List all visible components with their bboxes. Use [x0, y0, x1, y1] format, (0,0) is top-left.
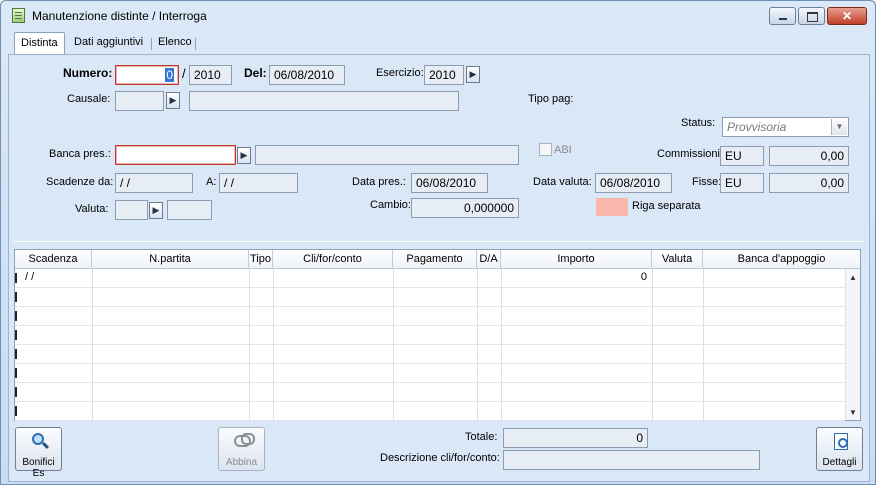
chevron-down-icon[interactable]: ▼: [831, 119, 847, 135]
numero-separator: /: [182, 66, 186, 81]
row-indicators: [15, 269, 17, 420]
scroll-up-icon[interactable]: ▲: [846, 273, 860, 282]
table-row[interactable]: [15, 326, 845, 345]
scadenze-grid[interactable]: Scadenza N.partita Tipo Cli/for/conto Pa…: [14, 249, 861, 421]
commissioni-label: Commissioni:: [657, 148, 724, 160]
tipo-pag-label: Tipo pag:: [528, 93, 574, 105]
form-icon: [12, 8, 25, 23]
cell-importo[interactable]: 0: [501, 271, 647, 283]
col-header-importo[interactable]: Importo: [501, 250, 652, 269]
data-pres-field[interactable]: 06/08/2010: [411, 173, 488, 193]
scadenze-da-field[interactable]: / /: [115, 173, 193, 193]
causale-label: Causale:: [67, 93, 111, 105]
riga-separata-label: Riga separata: [632, 200, 701, 212]
maximize-button[interactable]: [798, 7, 825, 25]
table-row[interactable]: [15, 307, 845, 326]
col-header-pagamento[interactable]: Pagamento: [393, 250, 477, 269]
fisse-value-field: 0,00: [769, 173, 849, 193]
title-bar: Manutenzione distinte / Interroga: [1, 1, 875, 29]
col-header-banca-appoggio[interactable]: Banca d'appoggio: [703, 250, 860, 269]
valuta-zoom-button[interactable]: ▶: [149, 202, 163, 219]
table-row[interactable]: [15, 345, 845, 364]
commissioni-currency-field: EU: [720, 146, 764, 166]
col-header-valuta[interactable]: Valuta: [652, 250, 703, 269]
valuta-label: Valuta:: [75, 203, 109, 215]
commissioni-value-field: 0,00: [769, 146, 849, 166]
numero-year-field[interactable]: 2010: [189, 65, 232, 85]
banca-pres-label: Banca pres.:: [49, 148, 111, 160]
numero-label: Numero:: [63, 66, 113, 80]
table-row[interactable]: [15, 383, 845, 402]
fisse-currency-field: EU: [720, 173, 764, 193]
valuta-description-field: [167, 200, 212, 220]
banca-pres-input[interactable]: [115, 145, 236, 165]
magnifier-icon: [31, 433, 50, 450]
tab-dati-aggiuntivi[interactable]: Dati aggiuntivi: [68, 32, 149, 54]
esercizio-label: Esercizio:: [376, 67, 424, 79]
cell-scadenza[interactable]: / /: [25, 271, 34, 283]
descrizione-field: [503, 450, 760, 470]
abbina-button[interactable]: Abbina: [218, 427, 265, 471]
dettagli-button[interactable]: Dettagli: [816, 427, 863, 471]
section-divider: [14, 241, 864, 242]
data-pres-label: Data pres.:: [352, 176, 406, 188]
numero-input[interactable]: 0: [115, 65, 179, 85]
col-header-tipo[interactable]: Tipo: [249, 250, 273, 269]
causale-zoom-button[interactable]: ▶: [166, 92, 180, 109]
distinta-panel: Numero: 0 / 2010 Del: 06/08/2010 Eserciz…: [8, 54, 870, 482]
grid-header: Scadenza N.partita Tipo Cli/for/conto Pa…: [15, 250, 860, 269]
descrizione-label: Descrizione cli/for/conto:: [380, 452, 500, 464]
scadenze-da-label: Scadenze da:: [46, 176, 114, 188]
scroll-down-icon[interactable]: ▼: [846, 408, 860, 417]
col-header-npartita[interactable]: N.partita: [92, 250, 249, 269]
scadenze-a-field[interactable]: / /: [219, 173, 298, 193]
grid-vertical-scrollbar[interactable]: ▲ ▼: [845, 269, 860, 420]
del-label: Del:: [244, 66, 267, 80]
data-valuta-field[interactable]: 06/08/2010: [595, 173, 672, 193]
abi-label: ABI: [554, 144, 572, 156]
col-header-scadenza[interactable]: Scadenza: [15, 250, 92, 269]
status-combo-value: Provvisoria: [727, 120, 787, 134]
esercizio-zoom-button[interactable]: ▶: [466, 66, 480, 83]
document-search-icon: [832, 433, 849, 450]
bonifici-es-button[interactable]: Bonifici Es: [15, 427, 62, 479]
banca-zoom-button[interactable]: ▶: [237, 147, 251, 164]
totale-label: Totale:: [465, 431, 498, 443]
col-header-cliforconto[interactable]: Cli/for/conto: [273, 250, 393, 269]
table-row[interactable]: / / 0: [15, 269, 845, 288]
scadenze-a-label: A:: [206, 176, 217, 188]
abi-checkbox[interactable]: [539, 143, 552, 156]
banca-description-field: [255, 145, 519, 165]
tab-distinta[interactable]: Distinta: [14, 32, 65, 55]
col-header-da[interactable]: D/A: [477, 250, 501, 269]
causale-code-field[interactable]: [115, 91, 164, 111]
minimize-button[interactable]: [769, 7, 796, 25]
table-row[interactable]: [15, 288, 845, 307]
window-title: Manutenzione distinte / Interroga: [32, 9, 207, 23]
table-row[interactable]: [15, 364, 845, 383]
valuta-code-field[interactable]: [115, 200, 148, 220]
link-icon: [234, 433, 255, 450]
tab-separator: [195, 38, 196, 50]
status-combo[interactable]: Provvisoria ▼: [722, 117, 849, 137]
main-window: Manutenzione distinte / Interroga Distin…: [0, 0, 876, 485]
tab-elenco[interactable]: Elenco: [152, 32, 198, 54]
fisse-label: Fisse:: [692, 176, 722, 188]
totale-field: 0: [503, 428, 648, 448]
del-date-field[interactable]: 06/08/2010: [269, 65, 345, 85]
esercizio-field[interactable]: 2010: [424, 65, 464, 85]
cambio-field: 0,000000: [411, 198, 519, 218]
causale-description-field: [189, 91, 459, 111]
riga-separata-color-swatch: [596, 198, 628, 216]
close-button[interactable]: [827, 7, 867, 25]
cambio-label: Cambio:: [370, 199, 411, 211]
status-label: Status:: [681, 117, 716, 129]
table-row[interactable]: [15, 402, 845, 421]
data-valuta-label: Data valuta:: [533, 176, 592, 188]
